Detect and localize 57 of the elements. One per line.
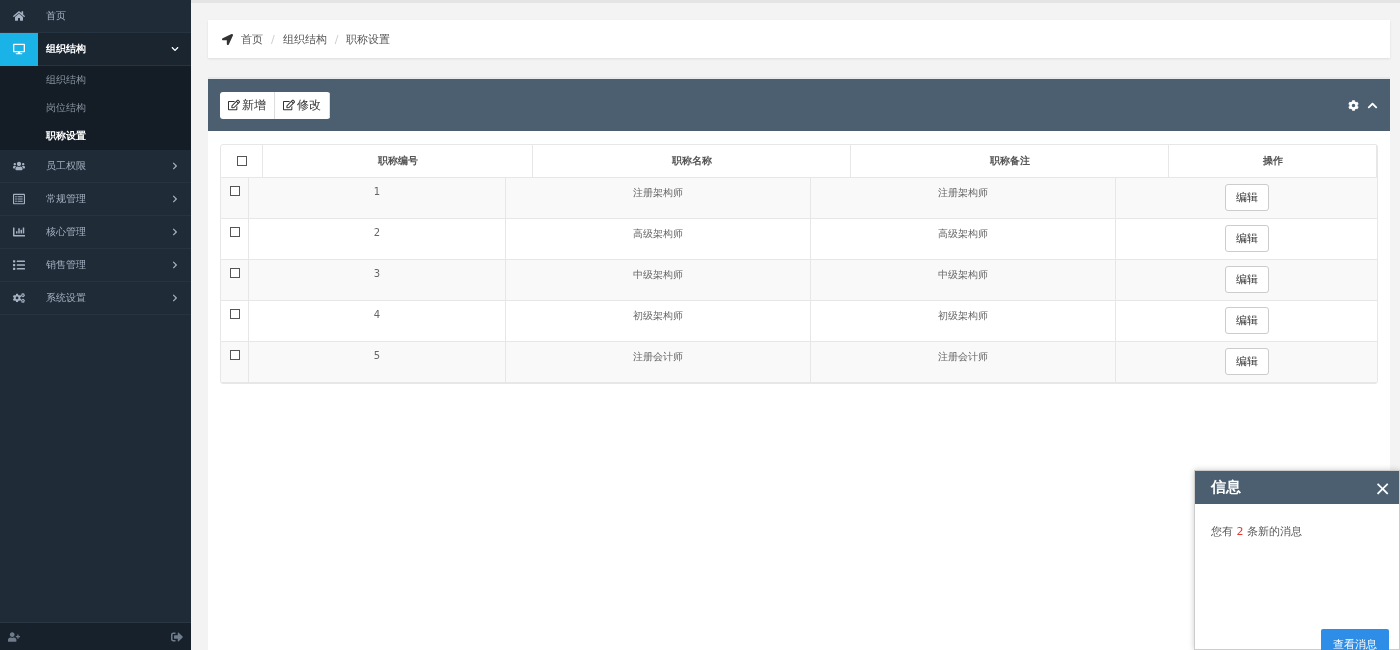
popup-title: 信息 — [1211, 478, 1241, 497]
bar-chart-icon — [13, 226, 25, 238]
table-cell: 2 — [249, 219, 506, 259]
row-checkbox[interactable] — [229, 186, 240, 196]
submenu-item[interactable]: 岗位结构 — [0, 94, 191, 122]
row-checkbox[interactable] — [229, 227, 240, 237]
edit-icon — [228, 99, 240, 111]
row-checkbox[interactable] — [229, 268, 240, 278]
submenu-item[interactable]: 职称设置 — [0, 122, 191, 150]
breadcrumb-separator: / — [334, 32, 339, 46]
table-cell: 初级架构师 — [506, 301, 811, 341]
window-icon — [13, 193, 25, 205]
table-cell: 中级架构师 — [811, 260, 1116, 300]
select-all-checkbox[interactable] — [236, 156, 247, 166]
table-cell: 注册架构师 — [811, 178, 1116, 218]
table-cell: 4 — [249, 301, 506, 341]
edit-button[interactable]: 编辑 — [1224, 307, 1269, 334]
location-arrow-icon — [222, 33, 233, 45]
table-cell: 中级架构师 — [506, 260, 811, 300]
table-cell: 初级架构师 — [811, 301, 1116, 341]
edit-button[interactable]: 编辑 — [1224, 225, 1269, 252]
settings-icon[interactable] — [1348, 99, 1359, 111]
breadcrumb-link[interactable]: 职称设置 — [346, 31, 391, 47]
toolbar-button[interactable]: 修改 — [275, 91, 330, 119]
list-icon — [13, 259, 25, 271]
row-checkbox[interactable] — [229, 309, 240, 319]
user-add-icon[interactable] — [8, 630, 20, 643]
toolbar-button[interactable]: 新增 — [220, 91, 275, 119]
column-header: 操作 — [1169, 145, 1377, 177]
table-cell: 1 — [249, 178, 506, 218]
edit-button[interactable]: 编辑 — [1224, 266, 1269, 293]
column-header: 职称名称 — [533, 145, 851, 177]
breadcrumb-separator: / — [271, 32, 275, 46]
popup-message: 您有 2 条新的消息 — [1211, 525, 1302, 538]
gears-icon — [13, 292, 25, 304]
table-cell: 注册会计师 — [811, 342, 1116, 382]
table-cell: 高级架构师 — [811, 219, 1116, 259]
table-cell: 注册会计师 — [506, 342, 811, 382]
table-cell: 注册架构师 — [506, 178, 811, 218]
edit-button[interactable]: 编辑 — [1224, 184, 1269, 211]
submenu-item[interactable]: 组织结构 — [0, 66, 191, 94]
column-header: 职称备注 — [851, 145, 1169, 177]
logout-icon[interactable] — [171, 630, 183, 643]
breadcrumb-link[interactable]: 组织结构 — [282, 31, 327, 47]
breadcrumb-link[interactable]: 首页 — [241, 31, 263, 47]
edit-icon — [283, 99, 295, 111]
users-icon — [13, 160, 25, 172]
table-cell: 3 — [249, 260, 506, 300]
row-checkbox[interactable] — [229, 350, 240, 360]
monitor-icon — [13, 43, 25, 55]
close-button[interactable]: × — [1374, 475, 1391, 500]
table-cell: 5 — [249, 342, 506, 382]
edit-button[interactable]: 编辑 — [1224, 348, 1269, 375]
nav-item[interactable]: 组织结构 — [0, 33, 191, 66]
table-cell: 高级架构师 — [506, 219, 811, 259]
home-icon — [13, 10, 25, 22]
column-header: 职称编号 — [263, 145, 533, 177]
